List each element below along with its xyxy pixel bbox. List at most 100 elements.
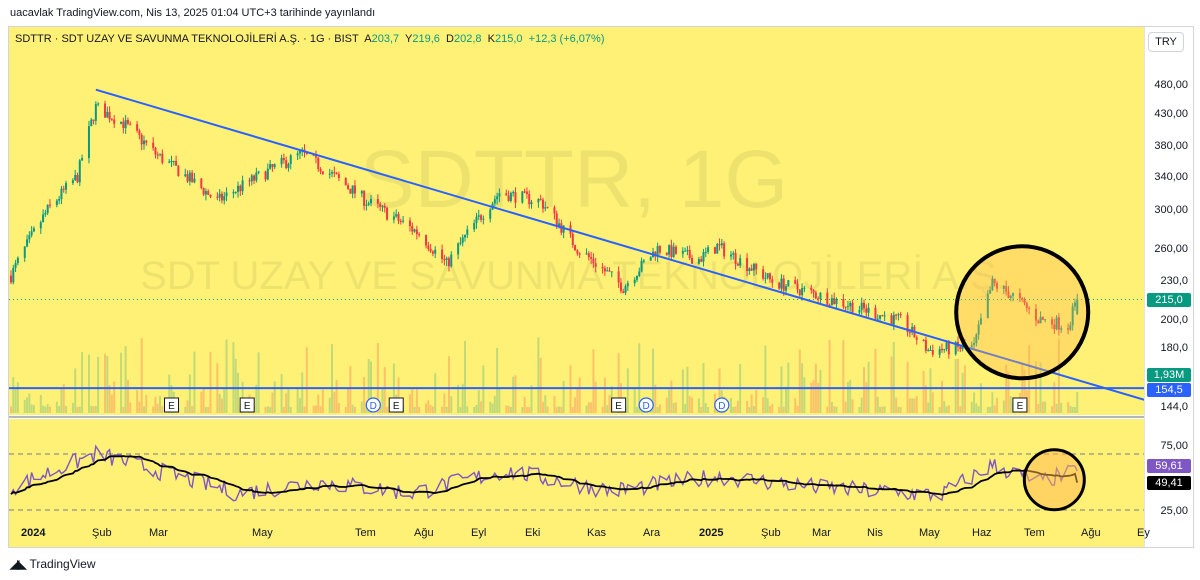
candle-body	[32, 228, 35, 232]
candle-body	[608, 270, 611, 272]
volume-bar	[257, 352, 260, 413]
volume-bar	[113, 381, 116, 413]
chart-frame[interactable]: SDTTR, 1G SDT UZAY VE SAVUNMA TEKNOLOJİL…	[8, 26, 1194, 548]
volume-bar	[688, 396, 691, 413]
volume-bar	[443, 393, 446, 413]
candle-body	[860, 302, 863, 311]
plot-area[interactable]: SDTTR, 1G SDT UZAY VE SAVUNMA TEKNOLOJİL…	[9, 27, 1144, 547]
candle-body	[360, 191, 363, 194]
volume-bar	[145, 394, 148, 413]
candle-body	[331, 172, 334, 174]
event-marker-label: E	[1017, 401, 1024, 412]
currency-button[interactable]: TRY	[1148, 32, 1184, 52]
volume-bar	[603, 377, 606, 413]
candle-body	[87, 126, 90, 159]
volume-bar	[26, 397, 29, 413]
candle-body	[58, 198, 61, 201]
candle-body	[411, 226, 414, 232]
candle-body	[755, 263, 758, 270]
candle-body	[255, 172, 258, 181]
candle-body	[289, 155, 292, 164]
candle-body	[477, 215, 480, 217]
volume-bar	[993, 405, 996, 413]
volume-bar	[658, 404, 661, 413]
candle-body	[376, 199, 379, 204]
candle-body	[253, 175, 256, 181]
candle-body	[778, 282, 781, 289]
volume-bar	[812, 379, 815, 413]
legend-low-label: D	[446, 33, 454, 45]
volume-bar	[234, 358, 237, 413]
volume-bar	[337, 402, 340, 413]
candle-body	[273, 164, 276, 168]
time-axis-label: Eyl	[471, 527, 487, 539]
volume-bar	[973, 392, 976, 413]
candle-body	[624, 286, 627, 293]
candle-body	[48, 204, 51, 206]
time-axis-label: 2025	[699, 527, 724, 539]
volume-bar	[576, 387, 579, 413]
candle-body	[269, 164, 272, 169]
candle-body	[172, 160, 175, 162]
volume-bar	[954, 359, 957, 413]
volume-bar	[383, 367, 386, 413]
price-axis[interactable]: TRY 480,00 430,00 380,00 340,00 300,00 2…	[1144, 27, 1193, 547]
candle-body	[344, 177, 347, 186]
candle-body	[496, 196, 499, 200]
candle-body	[379, 203, 382, 207]
candle-body	[248, 180, 251, 182]
candle-body	[175, 160, 178, 166]
candle-body	[234, 191, 237, 193]
volume-bar	[938, 407, 941, 413]
volume-bar	[360, 401, 363, 413]
volume-bar	[493, 395, 496, 413]
volume-bar	[819, 369, 822, 413]
symbol-legend[interactable]: SDTTR · SDT UZAY VE SAVUNMA TEKNOLOJİLER…	[15, 33, 605, 45]
candle-body	[264, 171, 267, 180]
highlight-circle-price	[954, 244, 1091, 381]
volume-bar	[592, 349, 595, 413]
candle-body	[688, 249, 691, 258]
volume-bar	[447, 356, 450, 413]
candle-body	[684, 250, 687, 252]
volume-bar	[296, 386, 299, 413]
candle-body	[464, 234, 467, 238]
volume-bar	[995, 397, 998, 413]
volume-tag: 1,93M	[1147, 368, 1191, 382]
volume-bar	[335, 380, 338, 413]
volume-bar	[736, 400, 739, 413]
volume-bar	[441, 406, 444, 413]
candle-body	[897, 314, 900, 316]
candle-body	[876, 318, 879, 320]
volume-bar	[298, 398, 301, 413]
price-chart-svg[interactable]: SDTTR, 1G SDT UZAY VE SAVUNMA TEKNOLOJİL…	[9, 27, 1144, 547]
bottom-bar: ◢◣ TradingView	[0, 548, 1200, 580]
volume-bar	[544, 395, 547, 413]
candle-body	[720, 243, 723, 246]
volume-bar	[434, 373, 437, 413]
tradingview-logo-icon: ◢◣	[10, 557, 27, 571]
candle-body	[386, 207, 389, 220]
volume-bar	[961, 372, 964, 413]
tradingview-logo[interactable]: ◢◣ TradingView	[10, 557, 96, 571]
volume-bar	[264, 406, 267, 413]
volume-bar	[507, 406, 510, 413]
candle-body	[241, 180, 244, 192]
candle-body	[399, 220, 402, 222]
candle-body	[674, 246, 677, 254]
candle-body	[397, 214, 400, 221]
volume-bar	[691, 397, 694, 413]
event-marker-label: E	[168, 401, 175, 412]
volume-bar	[1051, 406, 1054, 413]
legend-open: 203,7	[371, 33, 400, 45]
candle-body	[649, 257, 652, 261]
volume-bar	[475, 404, 478, 413]
candle-body	[619, 282, 622, 292]
candle-body	[713, 247, 716, 254]
candle-body	[771, 279, 774, 283]
volume-bar	[1044, 401, 1047, 413]
volume-bar	[764, 345, 767, 413]
candle-body	[110, 119, 113, 121]
volume-bar	[218, 393, 221, 413]
candle-body	[796, 283, 799, 290]
